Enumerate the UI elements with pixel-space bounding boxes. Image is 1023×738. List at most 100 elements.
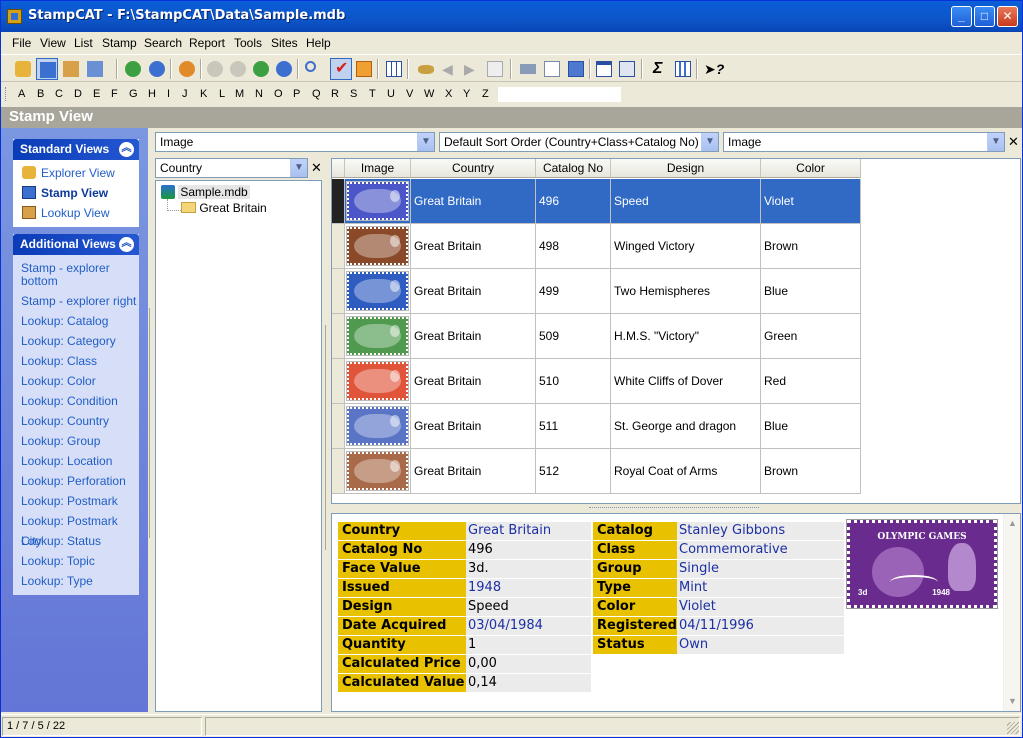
view-item[interactable]: Lookup: Topic — [13, 551, 139, 571]
explorer-view-icon[interactable] — [12, 58, 34, 80]
table-cell-catalog-no[interactable]: 512 — [536, 449, 611, 494]
image-cell[interactable] — [345, 404, 411, 449]
quick-search-input[interactable] — [497, 86, 622, 103]
letter-c[interactable]: C — [55, 88, 63, 100]
table-row[interactable]: Great Britain 498 Winged Victory Brown — [332, 224, 861, 269]
edit-icon[interactable] — [176, 58, 198, 80]
image-cell[interactable] — [345, 179, 411, 224]
field-value[interactable]: Violet — [677, 598, 844, 616]
letter-s[interactable]: S — [350, 88, 357, 100]
lookup-view-icon[interactable] — [60, 58, 82, 80]
close-button[interactable]: ✕ — [997, 6, 1018, 27]
detail-scrollbar[interactable]: ▲ ▼ — [1003, 514, 1020, 711]
tree-node-great-britain[interactable]: Great Britain — [181, 201, 267, 215]
menu-view[interactable]: View — [40, 36, 66, 50]
splitter-handle[interactable] — [589, 507, 759, 510]
letter-b[interactable]: B — [37, 88, 44, 100]
resize-grip[interactable] — [1007, 722, 1019, 734]
table-row[interactable]: Great Britain 512 Royal Coat of Arms Brown — [332, 449, 861, 494]
letter-m[interactable]: M — [235, 88, 244, 100]
letter-w[interactable]: W — [424, 88, 434, 100]
first-record-icon[interactable] — [204, 58, 226, 80]
toolbar-grip[interactable] — [5, 87, 8, 101]
letter-j[interactable]: J — [182, 88, 188, 100]
field-value[interactable]: 1948 — [466, 579, 591, 597]
view-item[interactable]: Lookup: Perforation — [13, 471, 139, 491]
table-row[interactable]: Great Britain 496 Speed Violet — [332, 179, 861, 224]
collapse-icon[interactable]: ︽ — [119, 142, 134, 157]
view-item[interactable]: Lookup: Country — [13, 411, 139, 431]
menu-sites[interactable]: Sites — [271, 36, 298, 50]
menu-tools[interactable]: Tools — [234, 36, 262, 50]
letter-x[interactable]: X — [445, 88, 452, 100]
view-item[interactable]: Lookup: Location — [13, 451, 139, 471]
table-cell-design[interactable]: Speed — [611, 179, 761, 224]
table-cell-catalog-no[interactable]: 510 — [536, 359, 611, 404]
menu-report[interactable]: Report — [189, 36, 225, 50]
standard-views-header[interactable]: Standard Views ︽ — [13, 139, 139, 160]
letter-h[interactable]: H — [148, 88, 156, 100]
view-item[interactable]: Lookup: Condition — [13, 391, 139, 411]
letter-y[interactable]: Y — [463, 88, 470, 100]
field-value[interactable]: Great Britain — [466, 522, 591, 540]
splitter-handle[interactable] — [325, 325, 326, 550]
handshake-icon[interactable] — [415, 58, 437, 80]
scroll-down-icon[interactable]: ▼ — [1005, 694, 1020, 709]
print-preview-icon[interactable] — [541, 58, 563, 80]
stamp-image[interactable]: OLYMPIC GAMES 3d 1948 — [846, 519, 998, 609]
table-cell-design[interactable]: Two Hemispheres — [611, 269, 761, 314]
view-item[interactable]: Lookup: Status — [13, 531, 139, 551]
view-item[interactable]: Lookup: Class — [13, 351, 139, 371]
add-icon[interactable] — [122, 58, 144, 80]
mark-icon[interactable] — [353, 58, 375, 80]
next-record-icon[interactable] — [250, 58, 272, 80]
table-row[interactable]: Great Britain 509 H.M.S. "Victory" Green — [332, 314, 861, 359]
grid-icon[interactable] — [383, 58, 405, 80]
letter-p[interactable]: P — [293, 88, 300, 100]
view-explorer[interactable]: Explorer View — [13, 163, 139, 183]
report-icon[interactable] — [565, 58, 587, 80]
title-bar[interactable]: StampCAT - F:\StampCAT\Data\Sample.mdb _… — [1, 1, 1022, 32]
image-cell[interactable] — [345, 449, 411, 494]
column-header-country[interactable]: Country — [411, 159, 536, 178]
view-item[interactable]: Lookup: Color — [13, 371, 139, 391]
menu-file[interactable]: File — [12, 36, 31, 50]
table-cell-color[interactable]: Brown — [761, 224, 861, 269]
field-value[interactable]: 04/11/1996 — [677, 617, 844, 635]
table-cell-design[interactable]: H.M.S. "Victory" — [611, 314, 761, 359]
row-indicator[interactable] — [332, 314, 345, 359]
letter-a[interactable]: A — [18, 88, 25, 100]
previous-record-icon[interactable] — [227, 58, 249, 80]
letter-f[interactable]: F — [111, 88, 118, 100]
letter-v[interactable]: V — [406, 88, 413, 100]
cascade-icon[interactable] — [484, 58, 506, 80]
letter-o[interactable]: O — [274, 88, 283, 100]
checkmark-icon[interactable]: ✔ — [330, 58, 352, 80]
table-cell-country[interactable]: Great Britain — [411, 404, 536, 449]
letter-d[interactable]: D — [74, 88, 82, 100]
view-item[interactable]: Lookup: Postmark — [13, 491, 139, 511]
letter-z[interactable]: Z — [482, 88, 489, 100]
maximize-button[interactable]: □ — [974, 6, 995, 27]
table-row[interactable]: Great Britain 499 Two Hemispheres Blue — [332, 269, 861, 314]
help-pointer-icon[interactable]: ➤? — [701, 58, 724, 80]
image-select[interactable]: Image ▼ — [723, 132, 1005, 152]
menu-list[interactable]: List — [74, 36, 93, 50]
table-cell-catalog-no[interactable]: 499 — [536, 269, 611, 314]
table-cell-country[interactable]: Great Britain — [411, 314, 536, 359]
last-record-icon[interactable] — [273, 58, 295, 80]
letter-g[interactable]: G — [129, 88, 138, 100]
app-icon[interactable] — [7, 9, 22, 24]
field-value[interactable]: Mint — [677, 579, 844, 597]
stamp-view-icon[interactable] — [36, 58, 58, 80]
image-cell[interactable] — [345, 314, 411, 359]
arrow-left-icon[interactable]: ◀ — [439, 58, 461, 80]
column-header-image[interactable]: Image — [345, 159, 411, 178]
field-value[interactable]: Stanley Gibbons — [677, 522, 844, 540]
view-item[interactable]: Lookup: Postmark City — [13, 511, 139, 548]
chevron-down-icon[interactable]: ▼ — [987, 133, 1004, 151]
views-dropdown-icon[interactable] — [84, 58, 112, 80]
image-cell[interactable] — [345, 269, 411, 314]
statistics-icon[interactable] — [672, 58, 694, 80]
column-header-color[interactable]: Color — [761, 159, 861, 178]
